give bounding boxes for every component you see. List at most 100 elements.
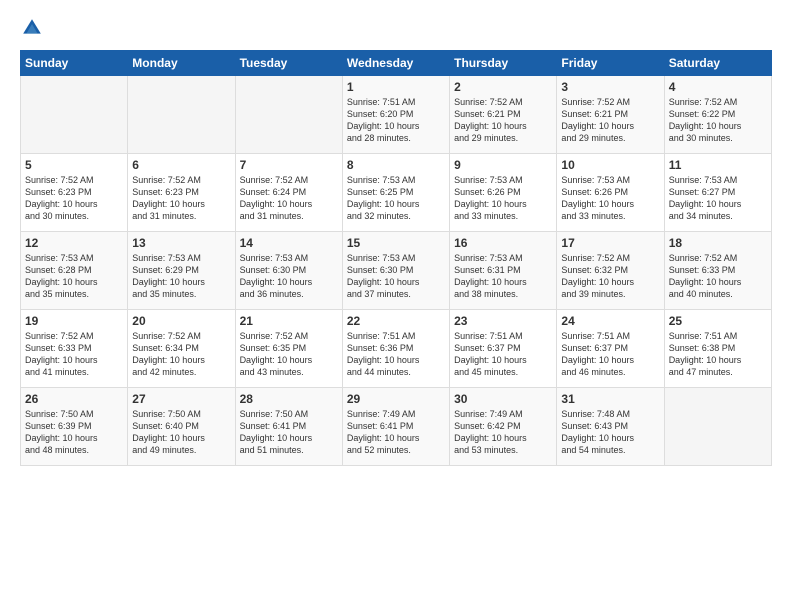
day-info: Sunrise: 7:51 AM Sunset: 6:37 PM Dayligh… [454,330,552,379]
day-number: 24 [561,314,659,328]
day-header-wednesday: Wednesday [342,51,449,76]
day-info: Sunrise: 7:50 AM Sunset: 6:40 PM Dayligh… [132,408,230,457]
calendar-cell: 24 Sunrise: 7:51 AM Sunset: 6:37 PM Dayli… [557,310,664,388]
day-number: 6 [132,158,230,172]
day-number: 20 [132,314,230,328]
calendar-cell: 20 Sunrise: 7:52 AM Sunset: 6:34 PM Dayli… [128,310,235,388]
day-info: Sunrise: 7:52 AM Sunset: 6:23 PM Dayligh… [25,174,123,223]
day-header-thursday: Thursday [450,51,557,76]
calendar-week-5: 26 Sunrise: 7:50 AM Sunset: 6:39 PM Dayli… [21,388,772,466]
day-info: Sunrise: 7:52 AM Sunset: 6:34 PM Dayligh… [132,330,230,379]
day-info: Sunrise: 7:51 AM Sunset: 6:36 PM Dayligh… [347,330,445,379]
day-info: Sunrise: 7:53 AM Sunset: 6:26 PM Dayligh… [561,174,659,223]
day-header-monday: Monday [128,51,235,76]
calendar-cell: 17 Sunrise: 7:52 AM Sunset: 6:32 PM Dayli… [557,232,664,310]
day-info: Sunrise: 7:53 AM Sunset: 6:27 PM Dayligh… [669,174,767,223]
calendar-cell: 3Sunrise: 7:52 AM Sunset: 6:21 PM Daylig… [557,76,664,154]
calendar-cell: 26 Sunrise: 7:50 AM Sunset: 6:39 PM Dayli… [21,388,128,466]
day-info: Sunrise: 7:53 AM Sunset: 6:30 PM Dayligh… [347,252,445,301]
day-info: Sunrise: 7:52 AM Sunset: 6:32 PM Dayligh… [561,252,659,301]
calendar-table: SundayMondayTuesdayWednesdayThursdayFrid… [20,50,772,466]
calendar-cell: 8 Sunrise: 7:53 AM Sunset: 6:25 PM Daylig… [342,154,449,232]
calendar-cell: 10 Sunrise: 7:53 AM Sunset: 6:26 PM Dayli… [557,154,664,232]
calendar-week-2: 5 Sunrise: 7:52 AM Sunset: 6:23 PM Daylig… [21,154,772,232]
day-info: Sunrise: 7:52 AM Sunset: 6:33 PM Dayligh… [669,252,767,301]
day-number: 31 [561,392,659,406]
day-info: Sunrise: 7:52 AM Sunset: 6:22 PM Dayligh… [669,96,767,145]
day-number: 17 [561,236,659,250]
day-number: 8 [347,158,445,172]
page: SundayMondayTuesdayWednesdayThursdayFrid… [0,0,792,612]
day-info: Sunrise: 7:49 AM Sunset: 6:42 PM Dayligh… [454,408,552,457]
day-number: 12 [25,236,123,250]
calendar-cell: 29Sunrise: 7:49 AM Sunset: 6:41 PM Dayli… [342,388,449,466]
day-info: Sunrise: 7:53 AM Sunset: 6:31 PM Dayligh… [454,252,552,301]
day-number: 2 [454,80,552,94]
calendar-cell: 23 Sunrise: 7:51 AM Sunset: 6:37 PM Dayli… [450,310,557,388]
day-info: Sunrise: 7:52 AM Sunset: 6:21 PM Dayligh… [561,96,659,145]
day-number: 10 [561,158,659,172]
day-info: Sunrise: 7:53 AM Sunset: 6:28 PM Dayligh… [25,252,123,301]
day-number: 19 [25,314,123,328]
day-number: 11 [669,158,767,172]
day-number: 22 [347,314,445,328]
calendar-cell: 25 Sunrise: 7:51 AM Sunset: 6:38 PM Dayli… [664,310,771,388]
day-number: 9 [454,158,552,172]
calendar-cell: 2 Sunrise: 7:52 AM Sunset: 6:21 PM Daylig… [450,76,557,154]
calendar-cell: 15 Sunrise: 7:53 AM Sunset: 6:30 PM Dayli… [342,232,449,310]
day-number: 15 [347,236,445,250]
calendar-header-row: SundayMondayTuesdayWednesdayThursdayFrid… [21,51,772,76]
calendar-cell: 27 Sunrise: 7:50 AM Sunset: 6:40 PM Dayli… [128,388,235,466]
calendar-cell: 30 Sunrise: 7:49 AM Sunset: 6:42 PM Dayli… [450,388,557,466]
calendar-cell: 21Sunrise: 7:52 AM Sunset: 6:35 PM Dayli… [235,310,342,388]
day-info: Sunrise: 7:53 AM Sunset: 6:30 PM Dayligh… [240,252,338,301]
day-header-saturday: Saturday [664,51,771,76]
calendar-cell: 16 Sunrise: 7:53 AM Sunset: 6:31 PM Dayli… [450,232,557,310]
day-info: Sunrise: 7:51 AM Sunset: 6:38 PM Dayligh… [669,330,767,379]
calendar-week-3: 12 Sunrise: 7:53 AM Sunset: 6:28 PM Dayli… [21,232,772,310]
day-number: 1 [347,80,445,94]
calendar-week-4: 19 Sunrise: 7:52 AM Sunset: 6:33 PM Dayli… [21,310,772,388]
calendar-cell [21,76,128,154]
day-info: Sunrise: 7:52 AM Sunset: 6:33 PM Dayligh… [25,330,123,379]
day-number: 18 [669,236,767,250]
day-info: Sunrise: 7:50 AM Sunset: 6:39 PM Dayligh… [25,408,123,457]
day-info: Sunrise: 7:48 AM Sunset: 6:43 PM Dayligh… [561,408,659,457]
calendar-cell: 13Sunrise: 7:53 AM Sunset: 6:29 PM Dayli… [128,232,235,310]
day-number: 13 [132,236,230,250]
day-header-tuesday: Tuesday [235,51,342,76]
day-number: 7 [240,158,338,172]
calendar-cell [235,76,342,154]
calendar-cell: 12 Sunrise: 7:53 AM Sunset: 6:28 PM Dayli… [21,232,128,310]
day-info: Sunrise: 7:52 AM Sunset: 6:21 PM Dayligh… [454,96,552,145]
day-number: 28 [240,392,338,406]
calendar-cell: 9 Sunrise: 7:53 AM Sunset: 6:26 PM Daylig… [450,154,557,232]
day-info: Sunrise: 7:53 AM Sunset: 6:26 PM Dayligh… [454,174,552,223]
day-number: 16 [454,236,552,250]
calendar-cell [664,388,771,466]
day-number: 30 [454,392,552,406]
day-info: Sunrise: 7:52 AM Sunset: 6:23 PM Dayligh… [132,174,230,223]
day-info: Sunrise: 7:51 AM Sunset: 6:37 PM Dayligh… [561,330,659,379]
calendar-cell: 28Sunrise: 7:50 AM Sunset: 6:41 PM Dayli… [235,388,342,466]
day-info: Sunrise: 7:52 AM Sunset: 6:35 PM Dayligh… [240,330,338,379]
day-number: 23 [454,314,552,328]
calendar-cell: 5 Sunrise: 7:52 AM Sunset: 6:23 PM Daylig… [21,154,128,232]
header [20,16,772,40]
calendar-cell [128,76,235,154]
day-number: 25 [669,314,767,328]
calendar-cell: 22 Sunrise: 7:51 AM Sunset: 6:36 PM Dayli… [342,310,449,388]
day-number: 27 [132,392,230,406]
day-header-friday: Friday [557,51,664,76]
day-number: 26 [25,392,123,406]
day-info: Sunrise: 7:53 AM Sunset: 6:25 PM Dayligh… [347,174,445,223]
day-number: 5 [25,158,123,172]
day-number: 4 [669,80,767,94]
calendar-cell: 11 Sunrise: 7:53 AM Sunset: 6:27 PM Dayli… [664,154,771,232]
calendar-cell: 6 Sunrise: 7:52 AM Sunset: 6:23 PM Daylig… [128,154,235,232]
calendar-cell: 1 Sunrise: 7:51 AM Sunset: 6:20 PM Daylig… [342,76,449,154]
calendar-cell: 19 Sunrise: 7:52 AM Sunset: 6:33 PM Dayli… [21,310,128,388]
logo [20,16,48,40]
calendar-cell: 4 Sunrise: 7:52 AM Sunset: 6:22 PM Daylig… [664,76,771,154]
day-info: Sunrise: 7:51 AM Sunset: 6:20 PM Dayligh… [347,96,445,145]
